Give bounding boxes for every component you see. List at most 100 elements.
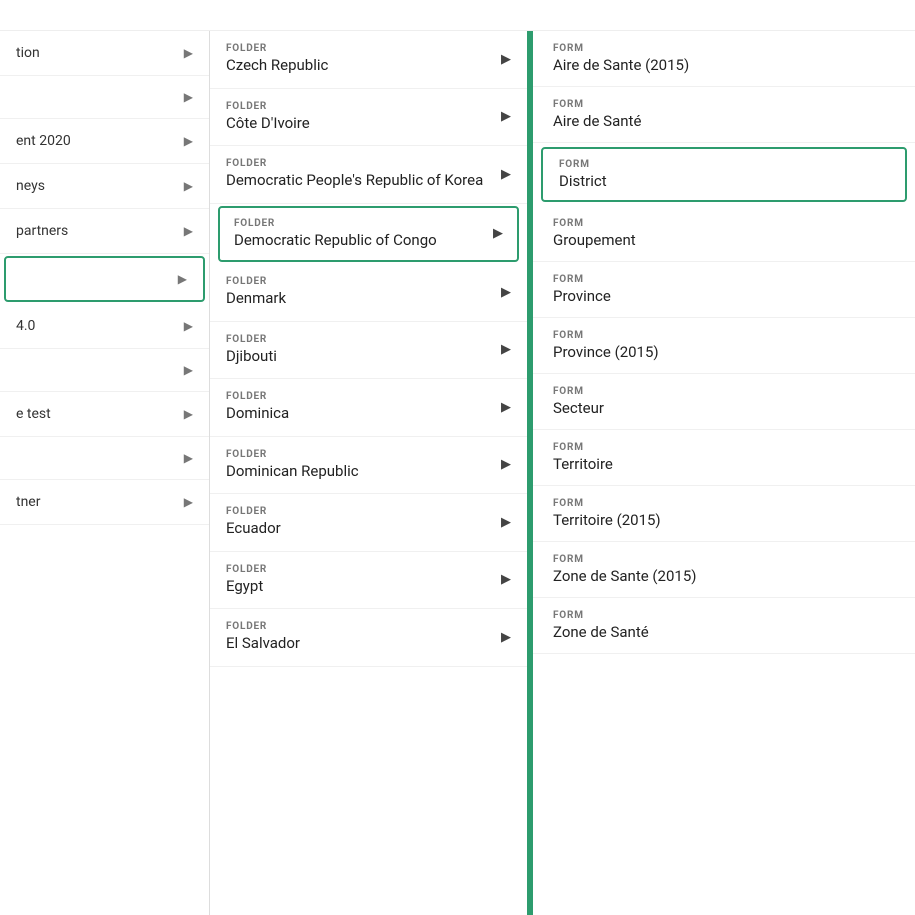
- form-type-label: FORM: [553, 43, 895, 54]
- form-name: Province (2015): [553, 343, 895, 361]
- header: [0, 0, 915, 31]
- folder-type-label: FOLDER: [226, 334, 493, 345]
- form-item-province[interactable]: FORM Province: [533, 262, 915, 318]
- form-item-secteur[interactable]: FORM Secteur: [533, 374, 915, 430]
- folder-arrow-icon: ▶: [501, 52, 511, 67]
- form-name: Groupement: [553, 231, 895, 249]
- form-item-territoire2015[interactable]: FORM Territoire (2015): [533, 486, 915, 542]
- folder-name: Ecuador: [226, 519, 493, 539]
- sidebar-arrow-icon: ▶: [184, 90, 193, 104]
- form-item-aire2015[interactable]: FORM Aire de Sante (2015): [533, 31, 915, 87]
- form-type-label: FORM: [553, 610, 895, 621]
- folder-type-label: FOLDER: [226, 391, 493, 402]
- form-item-aire[interactable]: FORM Aire de Santé: [533, 87, 915, 143]
- form-type-label: FORM: [553, 218, 895, 229]
- folder-item-ecuador[interactable]: FOLDER Ecuador ▶: [210, 494, 527, 552]
- sidebar-item-item7[interactable]: 4.0 ▶: [0, 304, 209, 349]
- folder-name: Democratic Republic of Congo: [234, 231, 485, 251]
- form-name: Territoire: [553, 455, 895, 473]
- content-area: tion ▶ ▶ ent 2020 ▶ neys ▶ partners ▶ ▶ …: [0, 31, 915, 915]
- folder-item-denmark[interactable]: FOLDER Denmark ▶: [210, 264, 527, 322]
- form-type-label: FORM: [559, 159, 889, 170]
- sidebar-arrow-icon: ▶: [184, 46, 193, 60]
- sidebar-arrow-icon: ▶: [184, 451, 193, 465]
- sidebar-item-item1[interactable]: tion ▶: [0, 31, 209, 76]
- folder-arrow-icon: ▶: [501, 285, 511, 300]
- folder-item-egypt[interactable]: FOLDER Egypt ▶: [210, 552, 527, 610]
- folder-item-drc[interactable]: FOLDER Democratic Republic of Congo ▶: [218, 206, 519, 263]
- sidebar-arrow-icon: ▶: [184, 134, 193, 148]
- sidebar-item-item11[interactable]: tner ▶: [0, 480, 209, 525]
- form-type-label: FORM: [553, 386, 895, 397]
- sidebar-arrow-icon: ▶: [184, 495, 193, 509]
- folder-type-label: FOLDER: [226, 101, 493, 112]
- form-name: Zone de Sante (2015): [553, 567, 895, 585]
- form-type-label: FORM: [553, 554, 895, 565]
- middle-folder-column: FOLDER Czech Republic ▶ FOLDER Côte D'Iv…: [210, 31, 530, 915]
- folder-arrow-icon: ▶: [501, 400, 511, 415]
- folder-item-djibouti[interactable]: FOLDER Djibouti ▶: [210, 322, 527, 380]
- folder-type-label: FOLDER: [226, 506, 493, 517]
- page-container: tion ▶ ▶ ent 2020 ▶ neys ▶ partners ▶ ▶ …: [0, 0, 915, 915]
- sidebar-arrow-icon: ▶: [184, 407, 193, 421]
- folder-name: Czech Republic: [226, 56, 493, 76]
- sidebar-item-item10[interactable]: ▶: [0, 437, 209, 480]
- folder-name: Denmark: [226, 289, 493, 309]
- folder-arrow-icon: ▶: [501, 515, 511, 530]
- folder-name: Dominican Republic: [226, 462, 493, 482]
- form-name: District: [559, 172, 889, 190]
- form-item-groupement[interactable]: FORM Groupement: [533, 206, 915, 262]
- sidebar-arrow-icon: ▶: [184, 224, 193, 238]
- folder-item-cote[interactable]: FOLDER Côte D'Ivoire ▶: [210, 89, 527, 147]
- form-item-territoire[interactable]: FORM Territoire: [533, 430, 915, 486]
- form-type-label: FORM: [553, 274, 895, 285]
- form-item-province2015[interactable]: FORM Province (2015): [533, 318, 915, 374]
- sidebar-arrow-icon: ▶: [184, 319, 193, 333]
- form-item-district[interactable]: FORM District: [541, 147, 907, 202]
- form-name: Province: [553, 287, 895, 305]
- form-type-label: FORM: [553, 99, 895, 110]
- folder-type-label: FOLDER: [226, 276, 493, 287]
- sidebar-item-item9[interactable]: e test ▶: [0, 392, 209, 437]
- sidebar-item-item8[interactable]: ▶: [0, 349, 209, 392]
- folder-arrow-icon: ▶: [501, 572, 511, 587]
- sidebar-arrow-icon: ▶: [184, 179, 193, 193]
- left-sidebar: tion ▶ ▶ ent 2020 ▶ neys ▶ partners ▶ ▶ …: [0, 31, 210, 915]
- folder-type-label: FOLDER: [226, 158, 493, 169]
- right-form-column: FORM Aire de Sante (2015) FORM Aire de S…: [530, 31, 915, 915]
- folder-type-label: FOLDER: [226, 621, 493, 632]
- folder-type-label: FOLDER: [226, 43, 493, 54]
- folder-item-dominican[interactable]: FOLDER Dominican Republic ▶: [210, 437, 527, 495]
- folder-name: Dominica: [226, 404, 493, 424]
- form-name: Aire de Santé: [553, 112, 895, 130]
- form-name: Aire de Sante (2015): [553, 56, 895, 74]
- sidebar-item-item5[interactable]: partners ▶: [0, 209, 209, 254]
- folder-arrow-icon: ▶: [501, 109, 511, 124]
- sidebar-item-item4[interactable]: neys ▶: [0, 164, 209, 209]
- form-name: Secteur: [553, 399, 895, 417]
- folder-name: Democratic People's Republic of Korea: [226, 171, 493, 191]
- sidebar-item-item6[interactable]: ▶: [4, 256, 205, 302]
- folder-item-czech[interactable]: FOLDER Czech Republic ▶: [210, 31, 527, 89]
- folder-arrow-icon: ▶: [493, 226, 503, 241]
- form-type-label: FORM: [553, 442, 895, 453]
- folder-arrow-icon: ▶: [501, 457, 511, 472]
- folder-name: Côte D'Ivoire: [226, 114, 493, 134]
- folder-arrow-icon: ▶: [501, 630, 511, 645]
- folder-name: Egypt: [226, 577, 493, 597]
- form-type-label: FORM: [553, 498, 895, 509]
- sidebar-item-item2[interactable]: ▶: [0, 76, 209, 119]
- sidebar-arrow-icon: ▶: [178, 272, 187, 286]
- form-item-zone2015[interactable]: FORM Zone de Sante (2015): [533, 542, 915, 598]
- form-item-zone[interactable]: FORM Zone de Santé: [533, 598, 915, 654]
- folder-item-dominica[interactable]: FOLDER Dominica ▶: [210, 379, 527, 437]
- form-name: Territoire (2015): [553, 511, 895, 529]
- folder-type-label: FOLDER: [226, 449, 493, 460]
- folder-name: El Salvador: [226, 634, 493, 654]
- sidebar-arrow-icon: ▶: [184, 363, 193, 377]
- folder-item-dprk[interactable]: FOLDER Democratic People's Republic of K…: [210, 146, 527, 204]
- folder-name: Djibouti: [226, 347, 493, 367]
- folder-item-el_salvador[interactable]: FOLDER El Salvador ▶: [210, 609, 527, 667]
- folder-type-label: FOLDER: [226, 564, 493, 575]
- sidebar-item-item3[interactable]: ent 2020 ▶: [0, 119, 209, 164]
